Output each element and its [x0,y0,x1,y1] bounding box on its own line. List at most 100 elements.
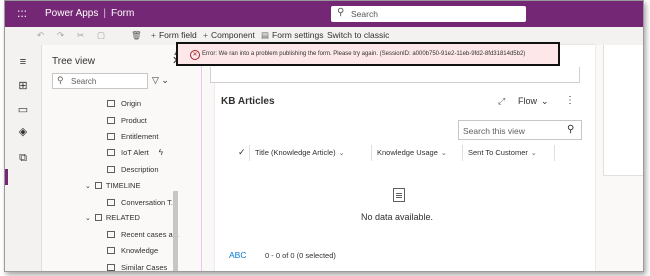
tree-item-label: Product [121,116,147,125]
column-header-label: Knowledge Usage [377,148,438,157]
subgrid-icon [107,264,115,271]
chevron-down-icon: ⌄ [541,96,549,106]
tree-section-related[interactable]: ⌄ RELATED [85,213,140,222]
tree-item[interactable]: Similar Cases [107,263,168,272]
flow-icon: ⤢ [498,96,506,106]
tree-section-label: TIMELINE [105,181,141,190]
undo-button[interactable]: ↶ [37,30,44,41]
form-field-box[interactable] [210,67,580,83]
form-settings-button[interactable]: ▤ Form settings [261,30,324,41]
global-search-placeholder: Search [351,9,378,19]
form-libraries-icon[interactable]: ⧉ [16,151,30,165]
flow-button[interactable]: Flow ⌄ [518,96,549,107]
tree-item[interactable]: Product [107,116,147,125]
subgrid-icon [107,247,115,254]
column-header-label: Title (Knowledge Article) [255,148,336,157]
tree-item[interactable]: Entitlement [107,132,159,141]
tree-item-label: Origin [121,99,142,108]
search-icon: ⚲ [567,124,575,135]
tree-item[interactable]: Description [107,165,159,174]
tree-item[interactable]: Knowledge [107,246,158,255]
global-search-input[interactable]: ⚲ Search [331,6,526,22]
hamburger-icon[interactable]: ≡ [16,55,30,69]
tree-view-icon[interactable]: ◈ [16,125,30,139]
app-name: Power Apps [45,8,99,19]
tree-view-title: Tree view [52,56,95,67]
tree-item[interactable]: Recent cases a... [107,230,179,239]
no-data-message: No data available. [361,212,434,222]
error-message: Error: We ran into a problem publishing … [202,51,526,57]
delete-icon: 🗑 [131,30,142,40]
search-icon: ⚲ [57,75,64,85]
tree-search-input[interactable]: ⚲ Search [52,73,148,89]
section-icon [94,182,102,189]
cut-button[interactable]: ✂ [77,30,84,41]
component-button[interactable]: + Component [203,30,255,40]
subgrid-icon [107,231,115,238]
tree-item[interactable]: IoT Alert ϟ [107,148,163,157]
more-options-icon[interactable]: ⋮ [565,95,575,106]
tree-item-label: Recent cases a... [121,230,179,239]
kb-search-placeholder: Search this view [463,126,525,136]
tree-scrollbar[interactable] [173,191,178,271]
plus-icon: + [203,30,208,40]
timeline-icon [107,199,115,206]
switch-classic-button[interactable]: Switch to classic [327,30,389,40]
tree-item-label: Knowledge [121,246,159,255]
form-field-button[interactable]: + Form field [151,30,197,40]
select-all-checkmark[interactable]: ✓ [238,147,246,158]
field-icon [107,166,115,173]
form-field-label: Form field [158,30,197,40]
paste-button[interactable]: ▢ [97,30,105,41]
search-icon: ⚲ [337,7,345,18]
column-header-sent-to-customer[interactable]: Sent To Customer ⌄ [468,148,537,157]
field-icon [107,117,115,124]
tree-section-label: RELATED [105,213,140,222]
lightning-icon: ϟ [158,148,164,157]
app-section: Form [110,8,135,19]
chevron-down-icon: ⌄ [85,183,91,190]
right-side-card [603,45,643,176]
chevron-down-icon: ⌄ [530,150,537,157]
left-rail: ≡ ⊞ ▭ ◈ ⧉ [5,45,42,271]
tree-section-timeline[interactable]: ⌄ TIMELINE [85,181,140,190]
settings-doc-icon: ▤ [261,30,270,40]
section-icon [94,214,102,221]
column-header-knowledge-usage[interactable]: Knowledge Usage ⌄ [377,148,447,157]
column-header-label: Sent To Customer [468,148,528,157]
document-icon [393,188,405,202]
flow-label: Flow [518,96,538,106]
kb-articles-title: KB Articles [221,96,275,107]
form-settings-label: Form settings [272,30,324,40]
plus-icon: + [151,30,156,40]
chevron-down-icon: ⌄ [85,215,91,222]
column-separator [554,145,555,161]
components-icon[interactable]: ⊞ [16,79,30,93]
filter-icon[interactable]: ▽ ⌄ [152,75,169,86]
field-icon [107,100,115,107]
component-label: Component [210,30,255,40]
error-icon: ✕ [190,50,200,60]
delete-button[interactable]: 🗑 [131,30,142,41]
column-separator [249,145,250,161]
app-title: Power Apps | Form [45,8,134,19]
error-banner: ✕ Error: We ran into a problem publishin… [176,42,560,66]
tree-item-label: Description [121,165,159,174]
kb-search-input[interactable]: Search this view ⚲ [458,120,582,140]
tree-item[interactable]: Conversation T... [107,198,177,207]
table-columns-icon[interactable]: ▭ [16,103,30,117]
tree-item-label: Conversation T... [121,198,178,207]
active-indicator [5,169,8,185]
column-header-title[interactable]: Title (Knowledge Article) ⌄ [255,148,344,157]
redo-button[interactable]: ↷ [57,30,64,41]
field-icon [107,149,115,156]
tree-item-label: IoT Alert [121,148,149,157]
tree-item-label: Entitlement [121,132,159,141]
top-bar: ::: Power Apps | Form ⚲ Search [5,1,643,27]
tree-item-label: Similar Cases [121,263,168,272]
alphabet-filter-link[interactable]: ABC [229,250,246,260]
tree-item[interactable]: Origin [107,99,141,108]
field-icon [107,133,115,140]
waffle-icon[interactable]: ::: [15,6,29,20]
title-separator: | [103,8,106,19]
